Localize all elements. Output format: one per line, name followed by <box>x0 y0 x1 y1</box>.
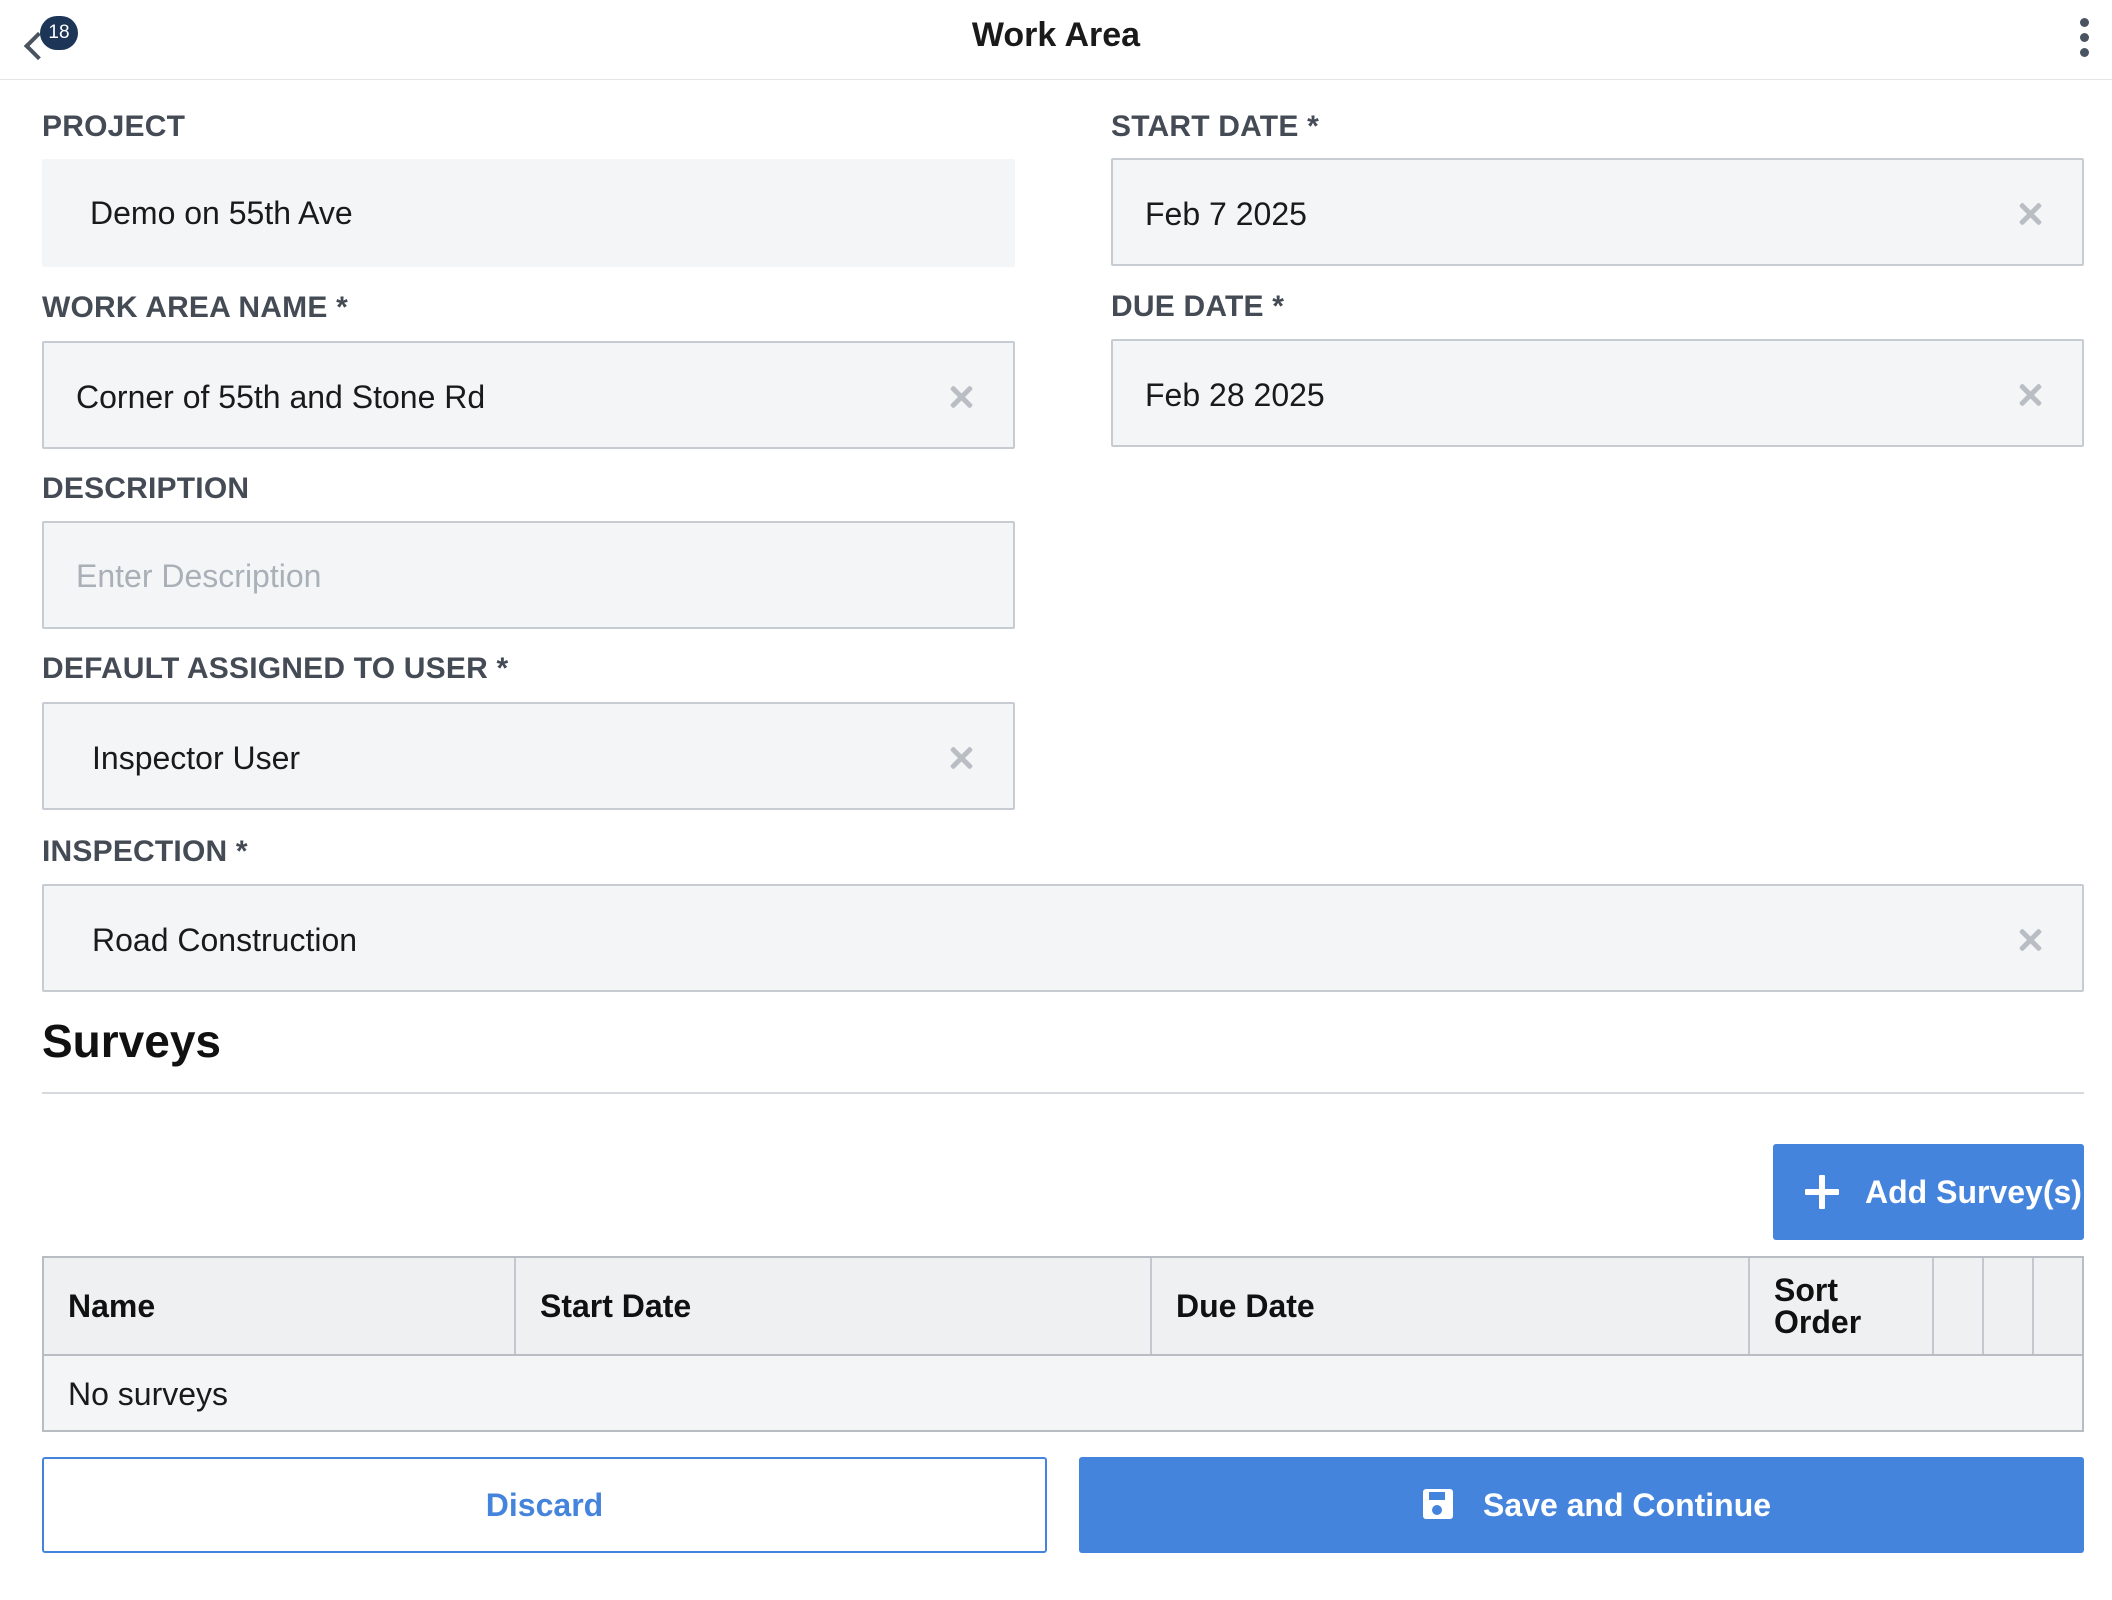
column-header-sort-order[interactable]: Sort Order <box>1750 1258 1934 1354</box>
assigned-user-value: Inspector User <box>92 740 301 776</box>
start-date-label: START DATE * <box>1111 110 1319 143</box>
empty-table-message: No surveys <box>68 1376 229 1412</box>
column-header-action-1 <box>1934 1258 1984 1354</box>
start-date-value: Feb 7 2025 <box>1145 196 1307 232</box>
add-surveys-button[interactable]: Add Survey(s) <box>1773 1144 2084 1240</box>
description-label: DESCRIPTION <box>42 472 250 505</box>
inspection-value: Road Construction <box>92 922 358 958</box>
add-surveys-label: Add Survey(s) <box>1865 1174 2082 1210</box>
save-label: Save and Continue <box>1483 1487 1772 1523</box>
column-header-due-date[interactable]: Due Date <box>1152 1258 1750 1354</box>
column-header-start-date[interactable]: Start Date <box>516 1258 1152 1354</box>
inspection-select[interactable]: Road Construction <box>42 884 2084 992</box>
table-header: Name Start Date Due Date Sort Order <box>44 1258 2082 1356</box>
page-title: Work Area <box>971 16 1141 54</box>
more-vertical-icon[interactable] <box>2074 16 2094 64</box>
due-date-field[interactable]: Feb 28 2025 <box>1111 339 2084 447</box>
save-icon <box>1423 1489 1453 1519</box>
top-bar: 18 Work Area <box>0 0 2112 80</box>
save-and-continue-button[interactable]: Save and Continue <box>1079 1457 2084 1553</box>
start-date-field[interactable]: Feb 7 2025 <box>1111 158 2084 266</box>
clear-assigned-user-icon[interactable] <box>943 740 979 776</box>
description-input[interactable]: Enter Description <box>42 521 1015 629</box>
description-placeholder: Enter Description <box>76 558 322 594</box>
column-header-action-2 <box>1984 1258 2034 1354</box>
section-divider <box>42 1092 2084 1094</box>
project-field: Demo on 55th Ave <box>42 159 1015 267</box>
due-date-value: Feb 28 2025 <box>1145 377 1325 413</box>
work-area-name-label: WORK AREA NAME * <box>42 291 348 324</box>
surveys-heading: Surveys <box>42 1015 222 1067</box>
clear-due-date-icon[interactable] <box>2012 377 2048 413</box>
column-header-name[interactable]: Name <box>44 1258 516 1354</box>
plus-icon <box>1805 1175 1839 1209</box>
clear-work-area-name-icon[interactable] <box>943 379 979 415</box>
inspection-label: INSPECTION * <box>42 835 248 868</box>
work-area-name-field[interactable]: Corner of 55th and Stone Rd <box>42 341 1015 449</box>
column-header-action-3 <box>2034 1258 2082 1354</box>
assigned-user-select[interactable]: Inspector User <box>42 702 1015 810</box>
discard-button[interactable]: Discard <box>42 1457 1047 1553</box>
clear-start-date-icon[interactable] <box>2012 196 2048 232</box>
project-label: PROJECT <box>42 110 186 143</box>
project-value: Demo on 55th Ave <box>90 195 353 231</box>
surveys-table: Name Start Date Due Date Sort Order No s… <box>42 1256 2084 1432</box>
assigned-user-label: DEFAULT ASSIGNED TO USER * <box>42 652 509 685</box>
clear-inspection-icon[interactable] <box>2012 922 2048 958</box>
work-area-name-value: Corner of 55th and Stone Rd <box>76 379 486 415</box>
due-date-label: DUE DATE * <box>1111 290 1285 323</box>
